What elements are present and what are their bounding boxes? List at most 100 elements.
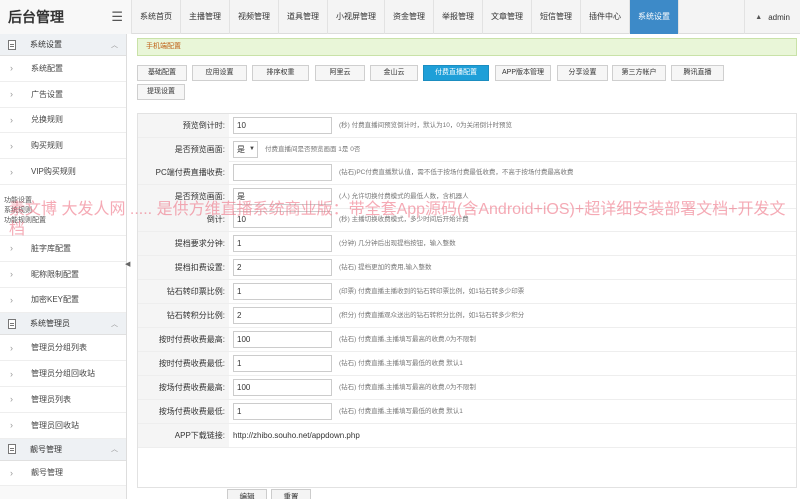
collapse-sidebar-icon[interactable]: ◀ (125, 260, 130, 270)
chevron-right-icon: › (10, 243, 13, 254)
field-input[interactable] (233, 164, 332, 181)
config-form: 预览倒计时: 10 (秒) 付费直播间预览倒计时，默认为10，0为关闭倒计时预览 是否… (137, 113, 797, 488)
sidebar-item-label: 系统规则 (4, 206, 32, 214)
sidebar-item[interactable]: › 昵称限制配置 (0, 261, 126, 288)
user-menu[interactable]: ▲ admin (744, 0, 800, 34)
sidebar-item[interactable]: › 管理员分组列表 (0, 335, 126, 362)
sidebar-item-label: 管理员分组列表 (31, 343, 87, 353)
field-hint: (分钟) 几分钟后出现提档按钮，输入整数 (339, 240, 456, 247)
field-input[interactable]: 1 (233, 403, 332, 420)
field-label: 是否预览画面: (138, 138, 229, 161)
settings-tab[interactable]: 排序权重 (252, 65, 309, 81)
settings-tab[interactable]: 应用设置 (192, 65, 247, 81)
sidebar-item[interactable]: 功能设置 系统规则 功能规则配置 (0, 184, 126, 236)
settings-tab[interactable]: 分享设置 (557, 65, 608, 81)
chevron-right-icon: › (10, 140, 13, 151)
chevron-up-icon: ︿ (111, 320, 118, 328)
settings-tab[interactable]: 腾讯直播 (671, 65, 724, 81)
field-input[interactable]: 2 (233, 259, 332, 276)
field-input[interactable]: 1 (233, 283, 332, 300)
edit-button[interactable]: 编辑 (227, 489, 267, 499)
chevron-right-icon: › (10, 63, 13, 74)
field-input[interactable]: 10 (233, 117, 332, 134)
settings-tab[interactable]: 第三方帐户 (612, 65, 666, 81)
field-input[interactable]: 1 (233, 355, 332, 372)
sidebar-item[interactable]: › 加密KEY配置 (0, 287, 126, 314)
sidebar-item[interactable]: › VIP购买规则 (0, 159, 126, 185)
field-input[interactable]: 2 (233, 307, 332, 324)
field-label: 倒计: (138, 208, 229, 231)
document-icon (8, 318, 16, 329)
field-label: 提档扣费设置: (138, 256, 229, 279)
topnav-item[interactable]: 资金管理 (385, 0, 434, 34)
sidebar-group-label: 系统管理员 (30, 319, 70, 329)
sidebar-item-label: 购买规则 (31, 141, 63, 151)
field-label: 按场付费收费最低: (138, 400, 229, 423)
sidebar-item[interactable]: › 系统配置 (0, 56, 126, 82)
field-hint: (钻石) 提档更加的费用,输入整数 (339, 264, 432, 271)
field-hint: 付费直播间是否预览画面 1是 0否 (265, 146, 361, 153)
sidebar-item[interactable]: › 管理员分组回收站 (0, 361, 126, 387)
topnav-item[interactable]: 短信管理 (532, 0, 581, 34)
form-row: 提档扣费设置: 2 (钻石) 提档更加的费用,输入整数 (138, 256, 796, 280)
field-input[interactable]: 10 (233, 211, 332, 228)
field-label: PC端付费直播收费: (138, 161, 229, 184)
form-row: 按场付费收费最低: 1 (钻石) 付费直播,主播填写最低的收费 默认1 (138, 400, 796, 424)
topnav-item[interactable]: 系统首页 (132, 0, 181, 34)
form-row: 钻石转积分比例: 2 (积分) 付费直播观众送出的钻石转积分比例，如1钻石转多少积分 (138, 304, 796, 328)
settings-tab[interactable]: 基础配置 (137, 65, 187, 81)
settings-tab[interactable]: 金山云 (370, 65, 418, 81)
sidebar-item[interactable]: › 兑换规则 (0, 107, 126, 134)
field-label: 是否预览画面: (138, 185, 229, 208)
sidebar-group[interactable]: 系统设置 ︿ (0, 34, 126, 56)
topnav-item[interactable]: 系统设置 (630, 0, 679, 34)
topnav-item[interactable]: 视频管理 (230, 0, 279, 34)
field-label: 按时付费收费最高: (138, 328, 229, 351)
topnav-item[interactable]: 道具管理 (279, 0, 328, 34)
reset-button[interactable]: 重置 (271, 489, 311, 499)
field-hint: (钻石) 付费直播,主播填写最低的收费 默认1 (339, 408, 463, 415)
sidebar-group[interactable]: 系统管理员 ︿ (0, 313, 126, 336)
sidebar-item[interactable]: › 靓号管理 (0, 460, 126, 487)
sidebar-item[interactable]: › 管理员列表 (0, 386, 126, 413)
document-icon (8, 39, 16, 50)
field-label: 钻石转积分比例: (138, 304, 229, 327)
sidebar-group[interactable]: 靓号管理 ︿ (0, 438, 126, 461)
preview-select[interactable]: 是 ▼ (233, 141, 258, 158)
topnav-item[interactable]: 文章管理 (483, 0, 532, 34)
select-value: 是 (237, 145, 245, 154)
field-label: APP下载链接: (138, 424, 229, 447)
field-input[interactable]: 100 (233, 379, 332, 396)
main-content: 手机端配置 基础配置 应用设置 排序权重 阿里云 金山云 付费直播配置 APP版本管理 分享设… (131, 34, 800, 499)
field-hint: (人) 允许切换付费模式的最低人数，含机器人 (339, 193, 469, 200)
sidebar-item-label: 管理员列表 (31, 394, 71, 404)
field-input[interactable]: 是 (233, 188, 332, 205)
field-label: 钻石转印票比例: (138, 280, 229, 303)
settings-tab[interactable]: 阿里云 (315, 65, 365, 81)
form-row: 按时付费收费最低: 1 (钻石) 付费直播,主播填写最低的收费 默认1 (138, 352, 796, 376)
form-actions: 编辑 重置 (137, 489, 797, 499)
sidebar-item[interactable]: › 广告设置 (0, 81, 126, 108)
topnav-item[interactable]: 举报管理 (434, 0, 483, 34)
field-label: 提档要求分钟: (138, 232, 229, 255)
topnav-item[interactable]: 小视屏管理 (328, 0, 385, 34)
sidebar-item[interactable]: › 管理员回收站 (0, 412, 126, 439)
settings-tab[interactable]: 提现设置 (137, 84, 185, 100)
chevron-right-icon: › (10, 166, 13, 177)
settings-tab[interactable]: 付费直播配置 (423, 65, 489, 81)
settings-tab[interactable]: APP版本管理 (495, 65, 551, 81)
sidebar-item-label: 管理员分组回收站 (31, 369, 95, 379)
section-notice: 手机端配置 (137, 38, 797, 56)
field-input[interactable]: 1 (233, 235, 332, 252)
sidebar-group-label: 系统设置 (30, 40, 62, 49)
sidebar-item[interactable]: › 购买规则 (0, 133, 126, 160)
topnav-item[interactable]: 主播管理 (181, 0, 230, 34)
chevron-right-icon: › (10, 294, 13, 305)
form-row: 按时付费收费最高: 100 (钻石) 付费直播,主播填写最高的收费,0为不限制 (138, 328, 796, 352)
topnav-item[interactable]: 插件中心 (581, 0, 630, 34)
chevron-right-icon: › (10, 114, 13, 125)
hamburger-menu-icon[interactable]: ☰ (111, 9, 123, 25)
field-input[interactable]: 100 (233, 331, 332, 348)
sidebar-item[interactable]: › 脏字库配置 (0, 235, 126, 262)
sidebar-item-label: 管理员回收站 (31, 420, 79, 430)
